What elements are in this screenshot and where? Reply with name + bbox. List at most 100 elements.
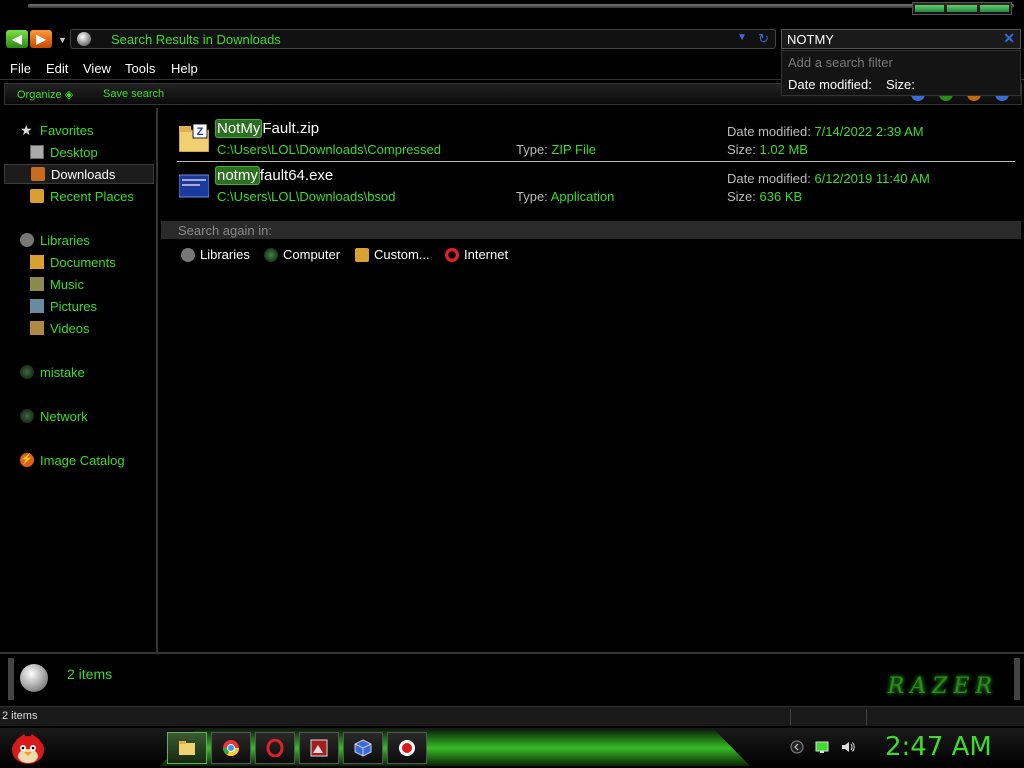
documents-icon bbox=[30, 255, 44, 269]
size-value: 636 KB bbox=[759, 189, 803, 204]
date-label: Date modified: bbox=[727, 124, 811, 139]
libraries-icon bbox=[181, 247, 195, 262]
file-size: Size: 1.02 MB bbox=[727, 142, 808, 157]
cube-icon bbox=[354, 739, 372, 757]
search-again-computer[interactable]: Computer bbox=[264, 247, 340, 262]
nav-label: Downloads bbox=[51, 166, 116, 182]
search-results-icon bbox=[20, 664, 48, 692]
nav-label: Image Catalog bbox=[40, 452, 125, 468]
menu-help[interactable]: Help bbox=[171, 61, 198, 76]
match-highlight: notmy bbox=[215, 166, 260, 185]
type-label: Type: bbox=[516, 142, 548, 157]
taskbar-app-red[interactable] bbox=[299, 732, 339, 764]
menu-edit[interactable]: Edit bbox=[46, 61, 68, 76]
zip-file-icon: Z bbox=[179, 124, 209, 152]
size-value: 1.02 MB bbox=[759, 142, 808, 157]
network-icon bbox=[20, 409, 34, 423]
nav-favorites[interactable]: ★ Favorites bbox=[20, 120, 93, 140]
taskbar-explorer[interactable] bbox=[167, 732, 207, 764]
start-button[interactable] bbox=[8, 730, 48, 766]
nav-videos[interactable]: Videos bbox=[30, 318, 90, 338]
taskbar-chrome[interactable] bbox=[211, 732, 251, 764]
application-icon bbox=[179, 174, 209, 198]
nav-downloads[interactable]: Downloads bbox=[4, 164, 154, 184]
nav-network[interactable]: Network bbox=[20, 406, 88, 426]
search-again-custom[interactable]: Custom... bbox=[355, 247, 430, 262]
address-dropdown-icon[interactable]: ▼ bbox=[737, 32, 747, 43]
nav-mistake[interactable]: mistake bbox=[20, 362, 85, 382]
clock[interactable]: 2:47 AM bbox=[885, 732, 992, 762]
recent-places-icon bbox=[30, 189, 44, 203]
address-bar[interactable]: Search Results in Downloads ▼ ↻ bbox=[70, 29, 776, 49]
opera-icon bbox=[266, 739, 284, 757]
search-again-internet[interactable]: Internet bbox=[445, 247, 508, 262]
date-label: Date modified: bbox=[727, 171, 811, 186]
maximize-button[interactable] bbox=[947, 5, 977, 12]
file-size: Size: 636 KB bbox=[727, 189, 802, 204]
nav-pictures[interactable]: Pictures bbox=[30, 296, 97, 316]
organize-button[interactable]: Organize ◈ bbox=[17, 88, 73, 101]
taskbar-virtualbox[interactable] bbox=[343, 732, 383, 764]
taskbar-opera[interactable] bbox=[255, 732, 295, 764]
recent-pages-dropdown-icon[interactable]: ▼ bbox=[58, 35, 67, 45]
address-text: Search Results in Downloads bbox=[111, 32, 281, 47]
save-search-button[interactable]: Save search bbox=[103, 88, 164, 100]
nav-image-catalog[interactable]: ⚡ Image Catalog bbox=[20, 450, 125, 470]
nav-recent-places[interactable]: Recent Places bbox=[30, 186, 134, 206]
nav-label: Favorites bbox=[40, 122, 94, 138]
nav-libraries[interactable]: Libraries bbox=[20, 230, 90, 250]
nav-label: Libraries bbox=[40, 232, 90, 248]
title-bar-line bbox=[28, 4, 1014, 8]
nav-music[interactable]: Music bbox=[30, 274, 84, 294]
size-label: Size: bbox=[727, 142, 756, 157]
filter-date-modified[interactable]: Date modified: bbox=[788, 77, 872, 92]
result-item[interactable]: Z NotMy Fault.zip C:\Users\LOL\Downloads\… bbox=[175, 118, 1015, 164]
file-path: C:\Users\LOL\Downloads\Compressed bbox=[217, 142, 441, 157]
star-icon: ★ bbox=[20, 122, 33, 138]
title-bar bbox=[0, 0, 1024, 26]
nav-desktop[interactable]: Desktop bbox=[30, 142, 98, 162]
close-button[interactable] bbox=[979, 5, 1009, 12]
type-value: ZIP File bbox=[551, 142, 596, 157]
menu-file[interactable]: File bbox=[10, 61, 31, 76]
menu-tools[interactable]: Tools bbox=[125, 61, 155, 76]
taskbar-recorder[interactable] bbox=[387, 732, 427, 764]
volume-icon[interactable] bbox=[840, 740, 856, 754]
search-input[interactable]: NOTMY ✕ bbox=[781, 29, 1021, 49]
chrome-icon bbox=[222, 740, 240, 757]
tray-chevron-icon[interactable] bbox=[790, 740, 804, 754]
status-divider bbox=[790, 709, 791, 725]
search-value: NOTMY bbox=[787, 32, 834, 47]
date-value: 6/12/2019 11:40 AM bbox=[814, 171, 930, 186]
search-folder-icon bbox=[77, 32, 91, 46]
menu-view[interactable]: View bbox=[83, 61, 111, 76]
nav-label: Network bbox=[40, 408, 88, 424]
result-separator bbox=[177, 161, 1015, 162]
result-item[interactable]: notmy fault64.exe C:\Users\LOL\Downloads\… bbox=[175, 165, 1015, 211]
network-tray-icon[interactable] bbox=[814, 740, 830, 754]
window-controls[interactable] bbox=[912, 2, 1012, 15]
custom-folder-icon bbox=[355, 247, 369, 262]
clear-search-icon[interactable]: ✕ bbox=[1003, 30, 1015, 47]
back-button[interactable]: ◀ bbox=[6, 30, 28, 48]
details-pane: 2 items RAZER bbox=[0, 652, 1024, 702]
search-filter-dropdown: Add a search filter Date modified: Size: bbox=[781, 50, 1021, 96]
file-name-rest: fault64.exe bbox=[259, 167, 334, 184]
navigation-pane: ★ Favorites Desktop Downloads Recent Pla… bbox=[0, 108, 158, 652]
image-app-icon bbox=[310, 739, 328, 757]
size-label: Size: bbox=[727, 189, 756, 204]
search-again-libraries[interactable]: Libraries bbox=[181, 247, 250, 262]
forward-button[interactable]: ▶ bbox=[30, 30, 52, 48]
minimize-button[interactable] bbox=[915, 5, 945, 12]
file-type: Type: ZIP File bbox=[516, 142, 596, 157]
details-right-border bbox=[1014, 658, 1020, 700]
nav-label: Music bbox=[50, 276, 84, 292]
desktop-icon bbox=[30, 145, 44, 159]
results-pane: Z NotMy Fault.zip C:\Users\LOL\Downloads\… bbox=[161, 108, 1024, 652]
svg-text:Z: Z bbox=[197, 126, 204, 138]
system-tray bbox=[790, 740, 856, 754]
nav-documents[interactable]: Documents bbox=[30, 252, 116, 272]
filter-size[interactable]: Size: bbox=[886, 77, 915, 92]
nav-label: Documents bbox=[50, 254, 116, 270]
refresh-icon[interactable]: ↻ bbox=[758, 31, 769, 47]
